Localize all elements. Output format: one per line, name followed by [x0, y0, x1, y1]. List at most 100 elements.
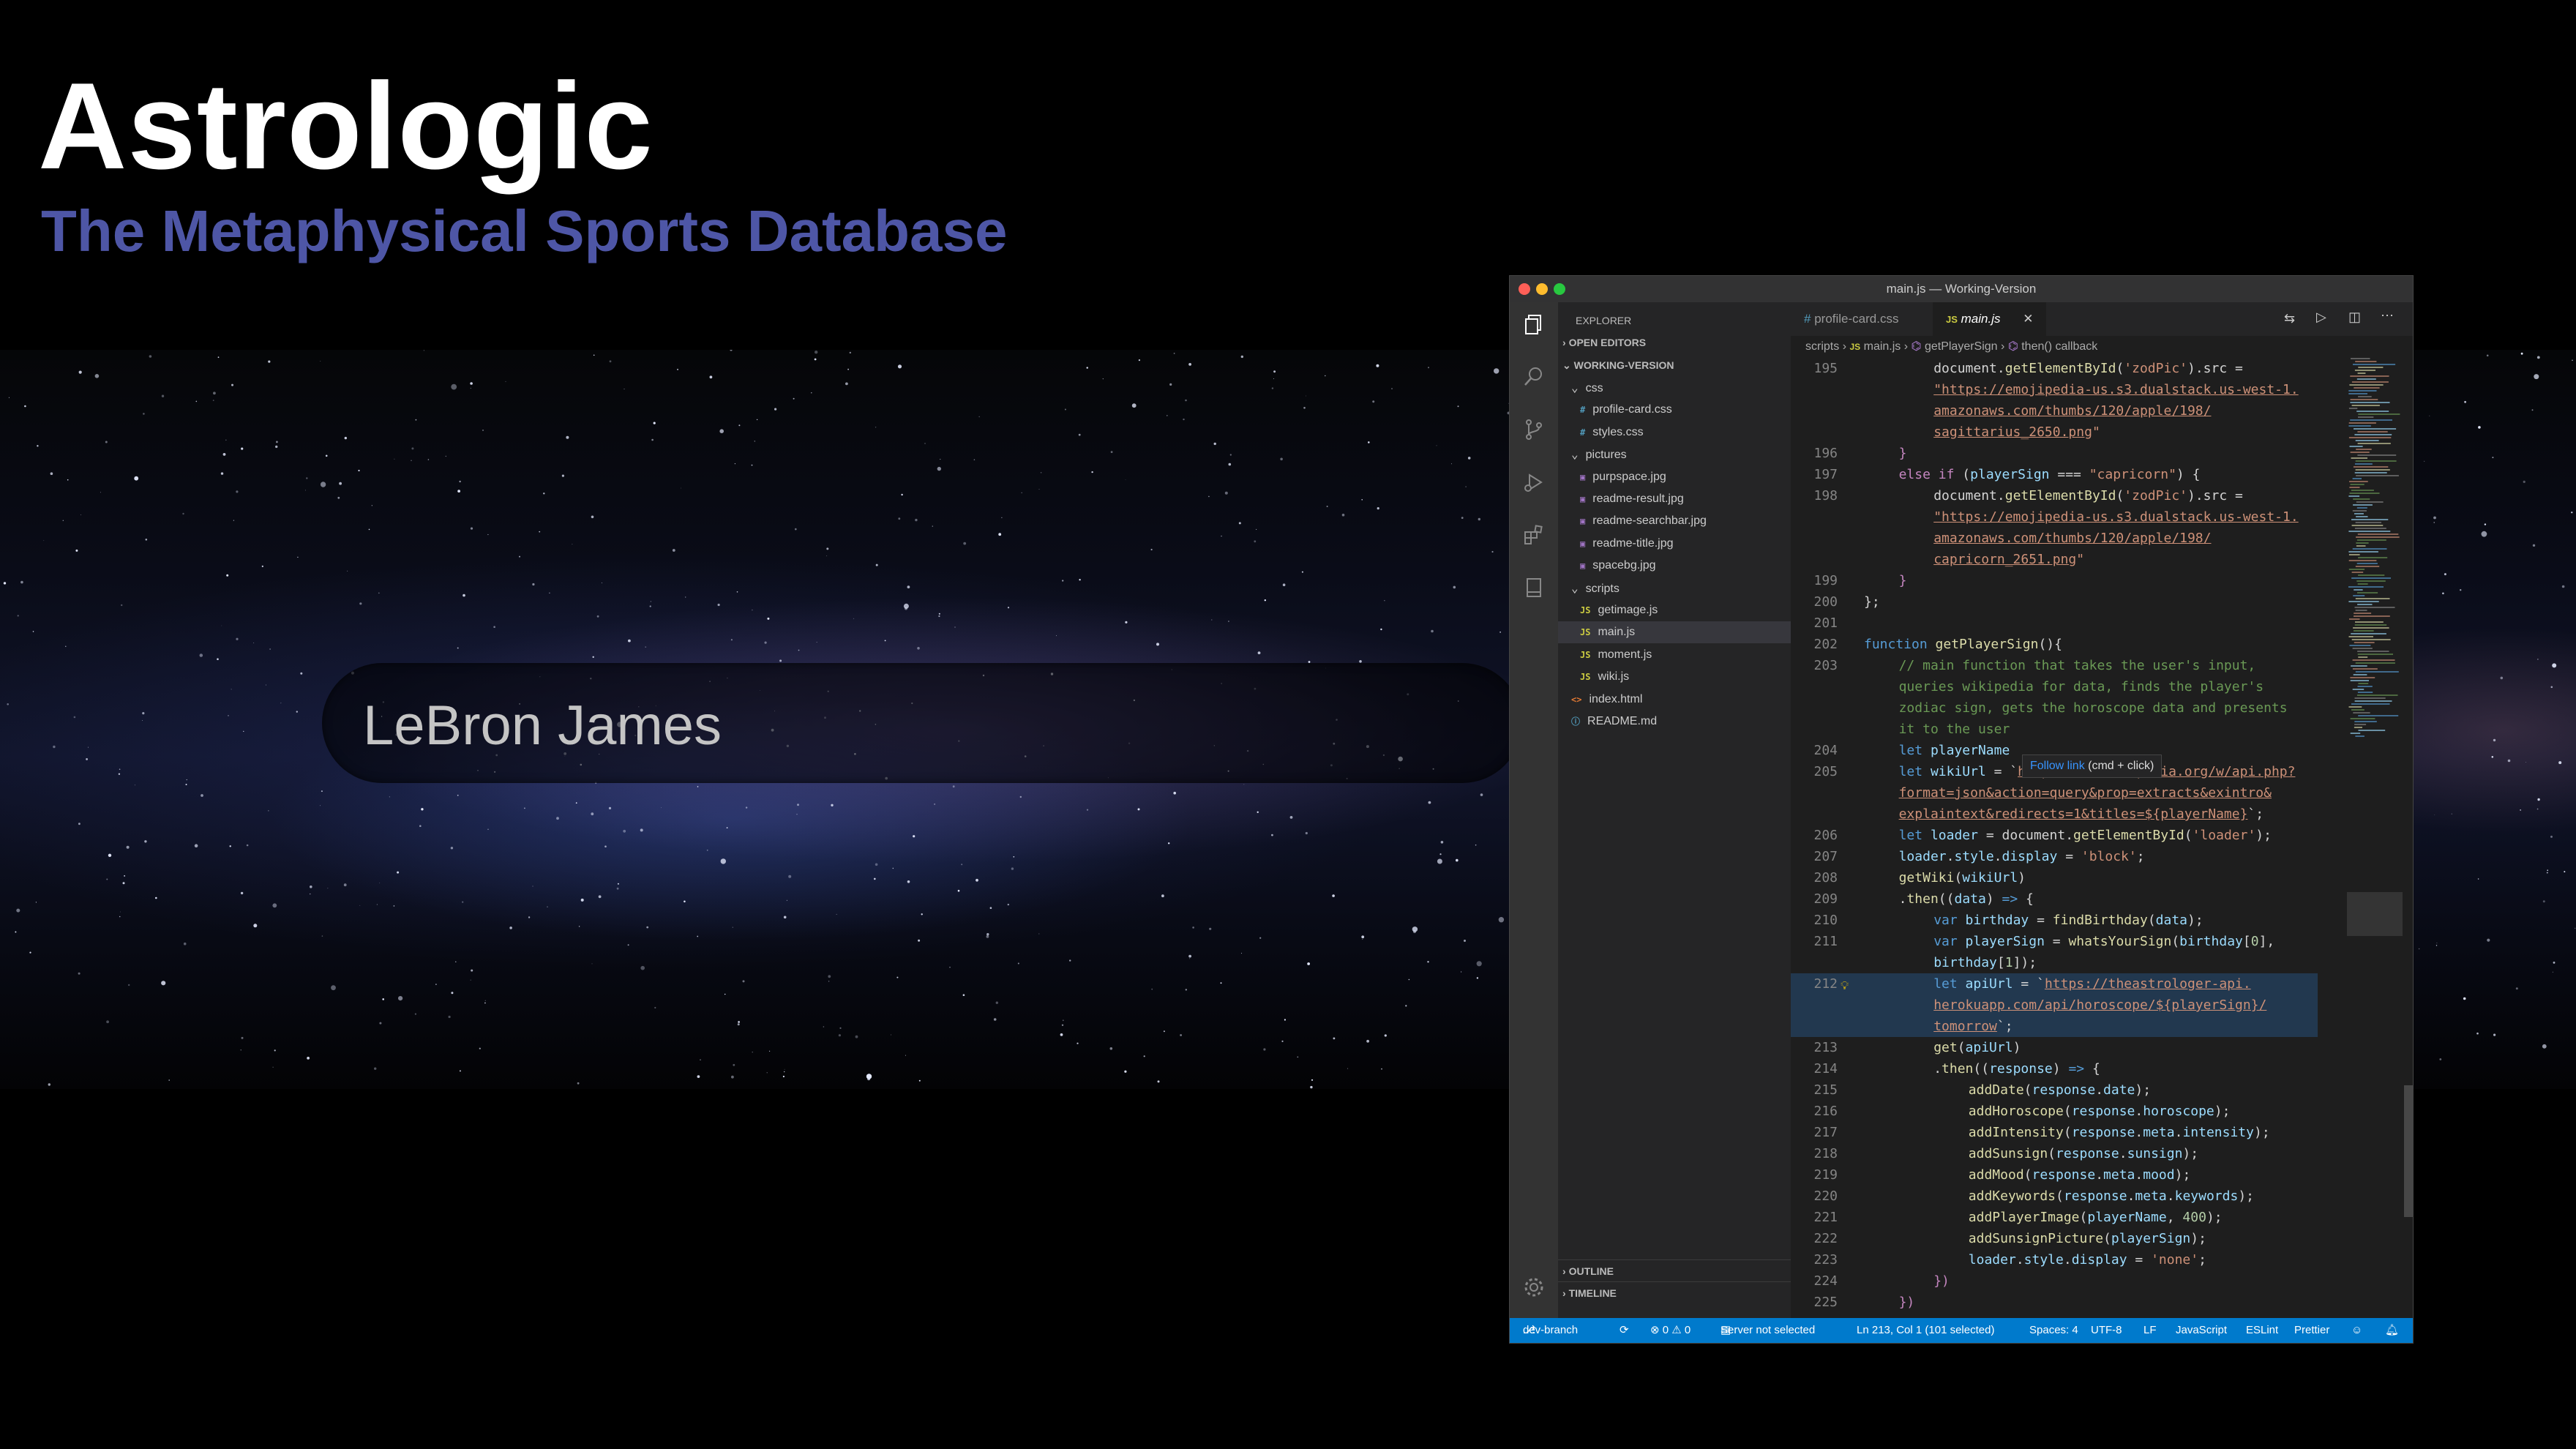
- code-line[interactable]: 217 addIntensity(response.meta.intensity)…: [1791, 1122, 2318, 1143]
- code-line[interactable]: amazonaws.com/thumbs/120/apple/198/: [1791, 528, 2318, 549]
- code-line[interactable]: 223 loader.style.display = 'none';: [1791, 1249, 2318, 1270]
- file-readme-searchbar-jpg[interactable]: ▣ readme-searchbar.jpg: [1558, 510, 1813, 532]
- minimize-window-icon[interactable]: [1536, 283, 1548, 295]
- code-line[interactable]: birthday[1]);: [1791, 952, 2318, 973]
- remote-explorer-icon[interactable]: [1522, 576, 1546, 599]
- code-line[interactable]: explaintext&redirects=1&titles=${playerN…: [1791, 804, 2318, 825]
- file-styles-css[interactable]: # styles.css: [1558, 422, 1813, 443]
- code-line[interactable]: 220 addKeywords(response.meta.keywords);: [1791, 1186, 2318, 1207]
- close-tab-icon[interactable]: ✕: [2023, 312, 2033, 326]
- code-line[interactable]: 208 getWiki(wikiUrl): [1791, 867, 2318, 888]
- feedback-icon[interactable]: ☺: [2351, 1318, 2362, 1343]
- extensions-icon[interactable]: [1522, 523, 1546, 547]
- folder-pictures[interactable]: ⌄ pictures: [1558, 443, 1804, 465]
- tab-main-js[interactable]: JS main.js ✕: [1933, 302, 2047, 336]
- code-line[interactable]: 198 document.getElementById('zodPic').src…: [1791, 485, 2318, 506]
- breadcrumb-callback[interactable]: then() callback: [2021, 340, 2097, 353]
- code-line[interactable]: 225}): [1791, 1292, 2318, 1313]
- code-line[interactable]: 222 addSunsignPicture(playerSign);: [1791, 1228, 2318, 1249]
- code-line[interactable]: tomorrow`;: [1791, 1016, 2318, 1037]
- code-line[interactable]: 213 get(apiUrl): [1791, 1037, 2318, 1058]
- code-line[interactable]: 209 .then((data) => {: [1791, 888, 2318, 910]
- code-line[interactable]: 212 let apiUrl = `https://theastrologer-a…: [1791, 973, 2318, 995]
- file-readme-title-jpg[interactable]: ▣ readme-title.jpg: [1558, 533, 1813, 555]
- run-file-icon[interactable]: ▷: [2316, 310, 2326, 325]
- split-editor-icon[interactable]: ◫: [2348, 310, 2361, 325]
- code-line[interactable]: 200};: [1791, 591, 2318, 613]
- file-main-js[interactable]: JS main.js: [1558, 621, 1813, 644]
- zoom-window-icon[interactable]: [1554, 283, 1565, 295]
- folder-css[interactable]: ⌄ css: [1558, 377, 1804, 399]
- problems-status[interactable]: ⊗ 0 ⚠ 0: [1650, 1318, 1690, 1343]
- code-line[interactable]: 195 document.getElementById('zodPic').src…: [1791, 358, 2318, 379]
- code-line[interactable]: 219 addMood(response.meta.mood);: [1791, 1164, 2318, 1186]
- code-line[interactable]: 196}: [1791, 443, 2318, 464]
- code-line[interactable]: 206 let loader = document.getElementById(…: [1791, 825, 2318, 846]
- file-wiki-js[interactable]: JS wiki.js: [1558, 666, 1813, 688]
- code-line[interactable]: zodiac sign, gets the horoscope data and…: [1791, 697, 2318, 719]
- eslint-status[interactable]: ESLint: [2246, 1318, 2278, 1343]
- player-search-bar[interactable]: LeBron James: [322, 663, 1522, 783]
- search-icon[interactable]: [1522, 365, 1546, 389]
- code-line[interactable]: queries wikipedia for data, finds the pl…: [1791, 676, 2318, 697]
- file-purpspace-jpg[interactable]: ▣ purpspace.jpg: [1558, 466, 1813, 488]
- breadcrumb-symbol[interactable]: getPlayerSign: [1925, 340, 1998, 353]
- file-moment-js[interactable]: JS moment.js: [1558, 644, 1813, 666]
- code-line[interactable]: 215 addDate(response.date);: [1791, 1079, 2318, 1101]
- run-debug-icon[interactable]: [1522, 471, 1546, 494]
- source-control-icon[interactable]: [1522, 418, 1546, 441]
- file-index-html[interactable]: <> index.html: [1558, 689, 1804, 711]
- code-line[interactable]: 211 var playerSign = whatsYourSign(birthd…: [1791, 931, 2318, 952]
- breadcrumb-file[interactable]: main.js: [1864, 340, 1901, 353]
- follow-link[interactable]: Follow link: [2030, 760, 2085, 772]
- file-spacebg-jpg[interactable]: ▣ spacebg.jpg: [1558, 555, 1813, 577]
- breadcrumb-folder[interactable]: scripts: [1805, 340, 1839, 353]
- outline-section[interactable]: › OUTLINE: [1558, 1259, 1795, 1282]
- editor-scrollbar[interactable]: [2404, 1085, 2413, 1217]
- open-changes-icon[interactable]: ⇆: [2284, 311, 2295, 326]
- code-line[interactable]: 201: [1791, 613, 2318, 634]
- tab-profile-card-css[interactable]: # profile-card.css: [1791, 302, 1912, 336]
- code-editor[interactable]: 195 document.getElementById('zodPic').src…: [1791, 358, 2318, 1318]
- cursor-position[interactable]: Ln 213, Col 1 (101 selected): [1857, 1318, 1994, 1343]
- file-getimage-js[interactable]: JS getimage.js: [1558, 599, 1813, 621]
- code-line[interactable]: capricorn_2651.png": [1791, 549, 2318, 570]
- code-line[interactable]: 224}): [1791, 1270, 2318, 1292]
- code-line[interactable]: 197 else if (playerSign === "capricorn") …: [1791, 464, 2318, 485]
- code-line[interactable]: 203 // main function that takes the user'…: [1791, 655, 2318, 676]
- files-icon[interactable]: [1522, 312, 1546, 336]
- settings-gear-icon[interactable]: [1522, 1276, 1546, 1299]
- encoding-status[interactable]: UTF-8: [2091, 1318, 2122, 1343]
- code-line[interactable]: 210 var birthday = findBirthday(data);: [1791, 910, 2318, 931]
- code-line[interactable]: amazonaws.com/thumbs/120/apple/198/: [1791, 400, 2318, 422]
- code-line[interactable]: herokuapp.com/api/horoscope/${playerSign…: [1791, 995, 2318, 1016]
- code-line[interactable]: "https://emojipedia-us.s3.dualstack.us-w…: [1791, 379, 2318, 400]
- more-actions-icon[interactable]: ⋯: [2381, 308, 2394, 323]
- notifications-bell-icon[interactable]: 🔔︎: [2385, 1318, 2399, 1343]
- folder-scripts[interactable]: ⌄ scripts: [1558, 577, 1804, 599]
- eol-status[interactable]: LF: [2143, 1318, 2157, 1343]
- open-editors-section[interactable]: › OPEN EDITORS: [1558, 332, 1795, 353]
- timeline-section[interactable]: › TIMELINE: [1558, 1281, 1795, 1304]
- code-line[interactable]: 207 loader.style.display = 'block';: [1791, 846, 2318, 867]
- file-readme-result-jpg[interactable]: ▣ readme-result.jpg: [1558, 488, 1813, 510]
- search-value[interactable]: LeBron James: [363, 694, 722, 757]
- file-README-md[interactable]: ⓘ README.md: [1558, 711, 1804, 733]
- minimap[interactable]: [2347, 358, 2403, 1318]
- code-line[interactable]: sagittarius_2650.png": [1791, 422, 2318, 443]
- file-profile-card-css[interactable]: # profile-card.css: [1558, 399, 1813, 421]
- workspace-section[interactable]: ⌄ WORKING-VERSION: [1558, 354, 1795, 376]
- code-line[interactable]: 218 addSunsign(response.sunsign);: [1791, 1143, 2318, 1164]
- code-line[interactable]: it to the user: [1791, 719, 2318, 740]
- close-window-icon[interactable]: [1519, 283, 1530, 295]
- code-line[interactable]: format=json&action=query&prop=extracts&e…: [1791, 782, 2318, 804]
- indentation-status[interactable]: Spaces: 4: [2029, 1318, 2078, 1343]
- code-line[interactable]: 202 function getPlayerSign(){: [1791, 634, 2318, 655]
- code-line[interactable]: 214 .then((response) => {: [1791, 1058, 2318, 1079]
- code-line[interactable]: 221 addPlayerImage(playerName, 400);: [1791, 1207, 2318, 1228]
- language-mode[interactable]: JavaScript: [2176, 1318, 2227, 1343]
- sync-icon[interactable]: ⟳: [1620, 1318, 1629, 1343]
- lightbulb-icon[interactable]: 💡︎: [1841, 975, 1849, 996]
- code-line[interactable]: 216 addHoroscope(response.horoscope);: [1791, 1101, 2318, 1122]
- prettier-status[interactable]: Prettier: [2294, 1318, 2329, 1343]
